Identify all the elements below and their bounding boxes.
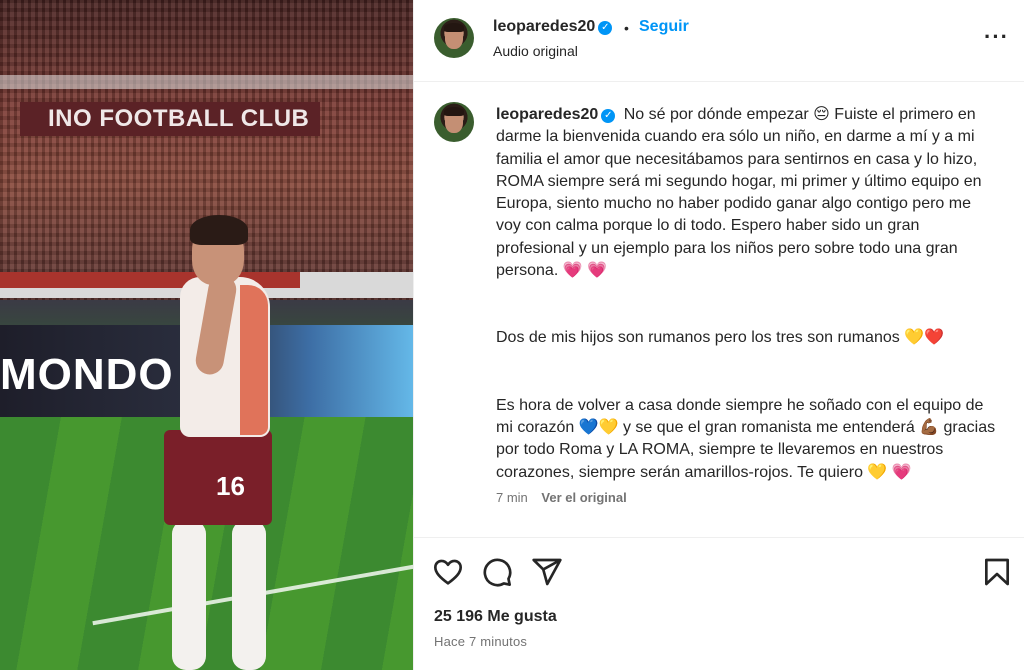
caption-area: leoparedes20 ✓ No sé por dónde empezar 😔 … [414,82,1024,537]
caption-meta: 7 min Ver el original [496,490,627,505]
caption-time: 7 min [496,490,528,505]
player-hair [190,215,248,245]
bookmark-icon[interactable] [981,556,1013,588]
more-icon[interactable]: ··· [984,24,1009,50]
player-leg-right [232,520,266,670]
follow-button[interactable]: Seguir [639,18,689,36]
caption-username[interactable]: leoparedes20 ✓ [496,106,616,123]
stand-rail [0,75,413,89]
avatar[interactable] [434,18,474,58]
caption-paragraph-2: Dos de mis hijos son rumanos pero los tr… [496,329,945,347]
username-link[interactable]: leoparedes20 ✓ [493,18,613,36]
player-shirt-trim [240,285,268,435]
audio-link[interactable]: Audio original [493,43,578,59]
jersey-number: 16 [216,471,245,501]
likes-count[interactable]: 25 196 Me gusta [434,608,557,626]
caption-paragraph-1-text: No sé por dónde empezar 😔 Fuiste el prim… [496,106,982,280]
post-media[interactable]: INO FOOTBALL CLUB MONDO 16 [0,0,413,670]
comment-icon[interactable] [481,556,513,588]
caption-username-text: leoparedes20 [496,106,599,123]
player-figure: 16 [150,215,290,670]
advertising-board-text: MONDO [0,350,174,399]
post-timestamp[interactable]: Hace 7 minutos [434,634,527,649]
post-header: leoparedes20 ✓ • Seguir Audio original ··… [414,0,1024,82]
caption-paragraph-3: Es hora de volver a casa donde siempre h… [496,396,996,481]
caption-paragraph-1: leoparedes20 ✓ No sé por dónde empezar 😔 … [496,104,996,282]
username-text: leoparedes20 [493,18,596,35]
separator-dot: • [624,20,629,36]
heart-icon[interactable] [432,556,464,588]
verified-icon: ✓ [601,109,616,123]
avatar-hair [444,107,464,116]
post-details-panel: leoparedes20 ✓ • Seguir Audio original ··… [413,0,1024,670]
player-leg-left [172,520,206,670]
action-bar: 25 196 Me gusta Hace 7 minutos [414,537,1024,670]
caption-text: leoparedes20 ✓ No sé por dónde empezar 😔 … [496,104,996,484]
avatar-hair [444,23,464,32]
verified-icon: ✓ [598,21,613,35]
stadium-banner: INO FOOTBALL CLUB [20,102,320,136]
share-icon[interactable] [531,556,563,588]
see-original-button[interactable]: Ver el original [541,490,626,505]
caption-avatar[interactable] [434,102,474,142]
